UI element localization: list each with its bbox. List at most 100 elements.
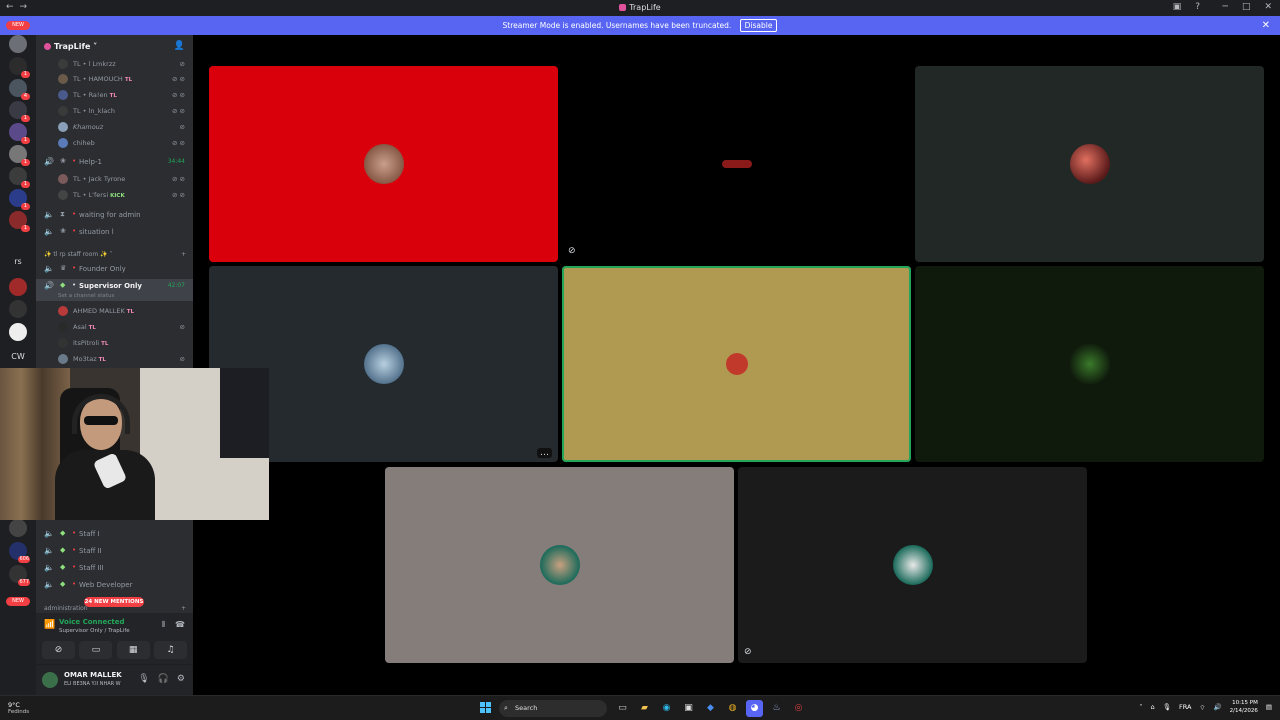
server-list: NEW 1 4 1 1 1 1 1 1 rs CW 606 677 NEW [0,21,36,695]
server-header[interactable]: TrapLife ˅ 👤 [36,35,193,57]
voice-member[interactable]: ItsPitroli TL [36,336,193,350]
close-banner-icon[interactable]: ✕ [1262,16,1270,35]
voice-member[interactable]: TL • HAMOUCH TL ⊘ ⊘ [36,72,193,86]
chrome-icon[interactable]: ◍ [724,700,741,717]
clock[interactable]: 10:15 PM 2/14/2026 [1230,699,1258,715]
app-icon[interactable]: ◎ [790,700,807,717]
app-icon[interactable]: ◆ [702,700,719,717]
server-icon[interactable]: 606 [9,542,30,563]
volume-icon[interactable]: 🔊 [1214,703,1222,711]
server-icon[interactable]: 1 [9,57,30,78]
noise-suppression-icon[interactable]: ⫴ [162,620,165,630]
mic-tray-icon[interactable]: 🎙 [1163,703,1171,711]
wifi-icon[interactable]: ⌔ [1199,703,1205,712]
edge-icon[interactable]: ◉ [658,700,675,717]
voice-channel-waiting[interactable]: 🔈 ⧗ • waiting for admin [36,208,193,222]
server-icon[interactable]: 677 [9,565,30,586]
activities-button[interactable]: ▦ [116,641,150,659]
window-title-text: TrapLife [629,3,661,12]
server-icon[interactable]: 1 [9,123,30,144]
voice-channel-web-dev[interactable]: 🔈 ◆ • Web Developer [36,578,193,592]
server-text-icon[interactable]: CW [0,352,36,361]
voice-member[interactable]: TL • Ra!en TL ⊘ ⊘ [36,88,193,102]
tray-chevron-icon[interactable]: ˄ [1139,703,1142,711]
help-icon[interactable]: ? [1195,2,1200,12]
voice-member[interactable]: Mo3taz TL ⊘ [36,352,193,366]
voice-channel-staff-1[interactable]: 🔈 ◆ • Staff I [36,527,193,541]
settings-gear-icon[interactable]: ⚙ [177,674,185,684]
voice-member[interactable]: TL • ln_klach ⊘ ⊘ [36,104,193,118]
voice-channel-situation[interactable]: 🔈 ❀ • situation l [36,225,193,239]
server-text-icon[interactable]: rs [0,257,36,266]
server-icon[interactable]: 4 [9,79,30,100]
server-badge: 1 [21,137,30,144]
channel-status[interactable]: Set a channel status [58,293,114,299]
language-indicator[interactable]: FRA [1179,703,1191,711]
voice-channel-path[interactable]: Supervisor Only / TrapLife [59,628,130,634]
voice-connected-label[interactable]: Voice Connected [59,618,125,626]
store-icon[interactable]: ▣ [680,700,697,717]
voice-member[interactable]: TL • L'fersi KICK ⊘ ⊘ [36,188,193,202]
inbox-icon[interactable]: ▣ [1173,2,1182,12]
avatar[interactable] [42,672,58,688]
screen-share-button[interactable]: ▭ [79,641,113,659]
voice-channel-help[interactable]: 🔊 ❀ • Help-1 34:44 [36,155,193,169]
soundboard-button[interactable]: ♫ [153,641,187,659]
invite-icon[interactable]: 👤 [174,41,185,51]
disconnect-icon[interactable]: ☎ [175,620,185,630]
participant-tile[interactable] [209,66,558,262]
weather-widget[interactable]: 9°C Fedinds [8,701,29,715]
server-icon[interactable] [9,300,27,318]
server-icon[interactable]: 1 [9,211,30,232]
participant-tile[interactable] [915,66,1264,262]
minimize-button[interactable]: ─ [1223,2,1228,12]
voice-channel-staff-2[interactable]: 🔈 ◆ • Staff II [36,544,193,558]
notifications-icon[interactable]: ▤ [1266,703,1272,711]
signal-icon[interactable]: 📶 [44,620,55,630]
voice-member[interactable]: TL • l Lmkrzz ⊘ [36,57,193,71]
voice-member[interactable]: AHMED MALLEK TL [36,304,193,318]
server-icon[interactable]: 1 [9,167,30,188]
server-icon[interactable] [9,278,27,296]
voice-channel-founder[interactable]: 🔈 ♛ • Founder Only [36,262,193,276]
start-button[interactable] [480,702,492,714]
server-icon[interactable] [9,519,27,537]
avatar [58,138,68,148]
category-staff-room[interactable]: ✨ tl rp staff room ✨ ˅ + [44,251,186,258]
participant-tile[interactable] [915,266,1264,462]
server-icon[interactable]: 1 [9,189,30,210]
server-icon[interactable]: 1 [9,101,30,122]
taskbar-search[interactable]: ⌕ Search [499,700,607,717]
voice-channel-staff-3[interactable]: 🔈 ◆ • Staff III [36,561,193,575]
maximize-button[interactable]: □ [1242,2,1251,12]
new-mentions-pill[interactable]: 24 NEW MENTIONS [84,597,144,607]
add-channel-icon[interactable]: + [181,251,186,258]
steam-icon[interactable]: ♨ [768,700,785,717]
server-icon[interactable] [9,323,27,341]
server-icon[interactable]: 1 [9,145,30,166]
username[interactable]: OMAR MALLEK [64,671,122,679]
network-icon[interactable]: ⌂ [1151,703,1155,711]
voice-channel-supervisor[interactable]: 🔊 ◆ • Supervisor Only 42:07 Set a channel sta… [36,279,193,301]
file-explorer-icon[interactable]: ▰ [636,700,653,717]
category-administration[interactable]: administration + [44,605,186,612]
add-channel-icon[interactable]: + [181,605,186,612]
participant-tile[interactable] [385,467,734,663]
close-button[interactable]: ✕ [1264,2,1272,12]
microphone-icon[interactable]: 🎙 [138,674,149,684]
participant-tile[interactable]: ⊘ [562,66,911,262]
voice-member[interactable]: Khamouz ⊘ [36,120,193,134]
more-options-icon[interactable]: … [537,448,552,458]
camera-off-button[interactable]: ⊘ [42,641,75,659]
task-view-icon[interactable]: ▭ [614,700,631,717]
server-icon[interactable] [9,35,27,53]
participant-tile[interactable]: ⊘ [738,467,1087,663]
disable-streamer-mode-button[interactable]: Disable [739,19,778,32]
voice-member[interactable]: TL • Jack Tyrone ⊘ ⊘ [36,172,193,186]
participant-tile-speaking[interactable] [562,266,911,462]
voice-member[interactable]: chiheb ⊘ ⊘ [36,136,193,150]
headphones-icon[interactable]: 🎧 [158,674,169,684]
channel-name: Supervisor Only [79,282,142,290]
voice-member[interactable]: Asal TL ⊘ [36,320,193,334]
discord-icon[interactable]: ◕ [746,700,763,717]
